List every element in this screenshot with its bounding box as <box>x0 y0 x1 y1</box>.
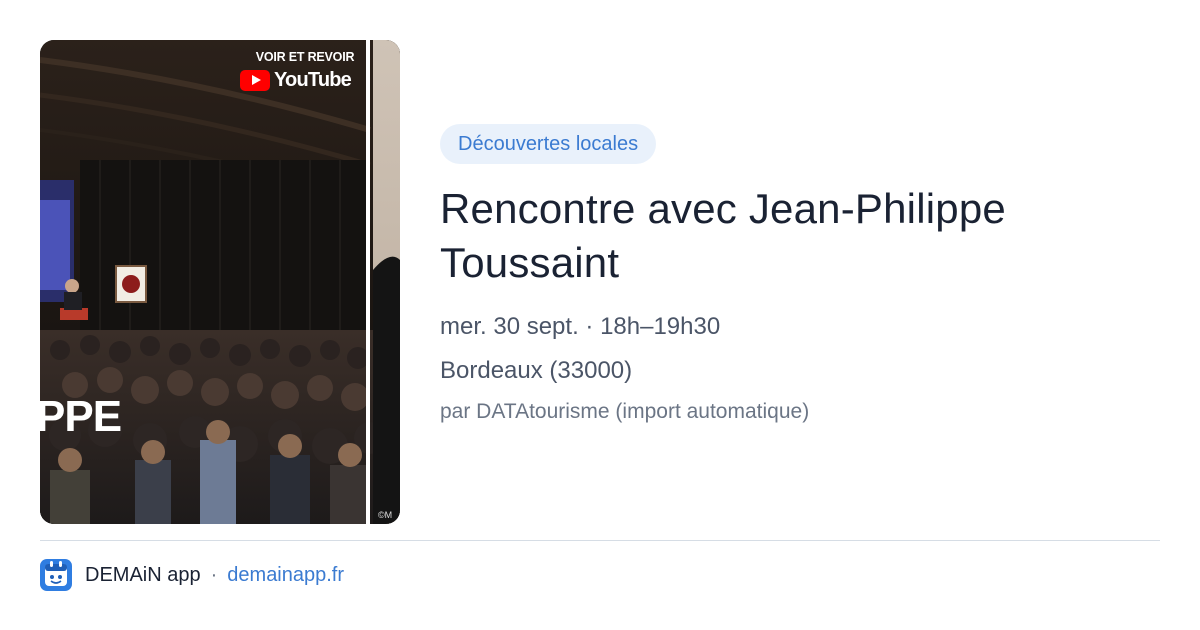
youtube-badge: YouTube <box>240 68 352 92</box>
footer: DEMAiN app · demainapp.fr <box>40 558 344 592</box>
banner-text: PPE <box>40 392 122 441</box>
demain-app-icon[interactable] <box>40 559 72 591</box>
divider <box>40 540 1160 541</box>
youtube-wordmark: YouTube <box>274 68 352 91</box>
event-date-time: mer. 30 sept. · 18h–19h30 <box>440 313 721 340</box>
overlay-label: VOIR ET REVOIR <box>255 50 355 64</box>
youtube-play-icon <box>240 69 270 91</box>
event-image[interactable]: VOIR ET REVOIR YouTube PPE ©M <box>40 40 400 524</box>
event-location: Bordeaux (33000) <box>440 357 633 384</box>
footer-separator: · <box>210 563 218 586</box>
conference-photo <box>40 40 400 524</box>
app-name: DEMAiN app <box>85 563 201 586</box>
category-badge[interactable]: Découvertes locales <box>440 124 657 164</box>
event-title[interactable]: Rencontre avec Jean-Philippe Toussaint <box>440 182 1160 290</box>
app-website-link[interactable]: demainapp.fr <box>227 564 344 587</box>
event-source: par DATAtourisme (import automatique) <box>440 400 810 423</box>
copyright-text: ©M <box>378 510 393 520</box>
event-details: Découvertes locales Rencontre avec Jean-… <box>440 124 1160 426</box>
